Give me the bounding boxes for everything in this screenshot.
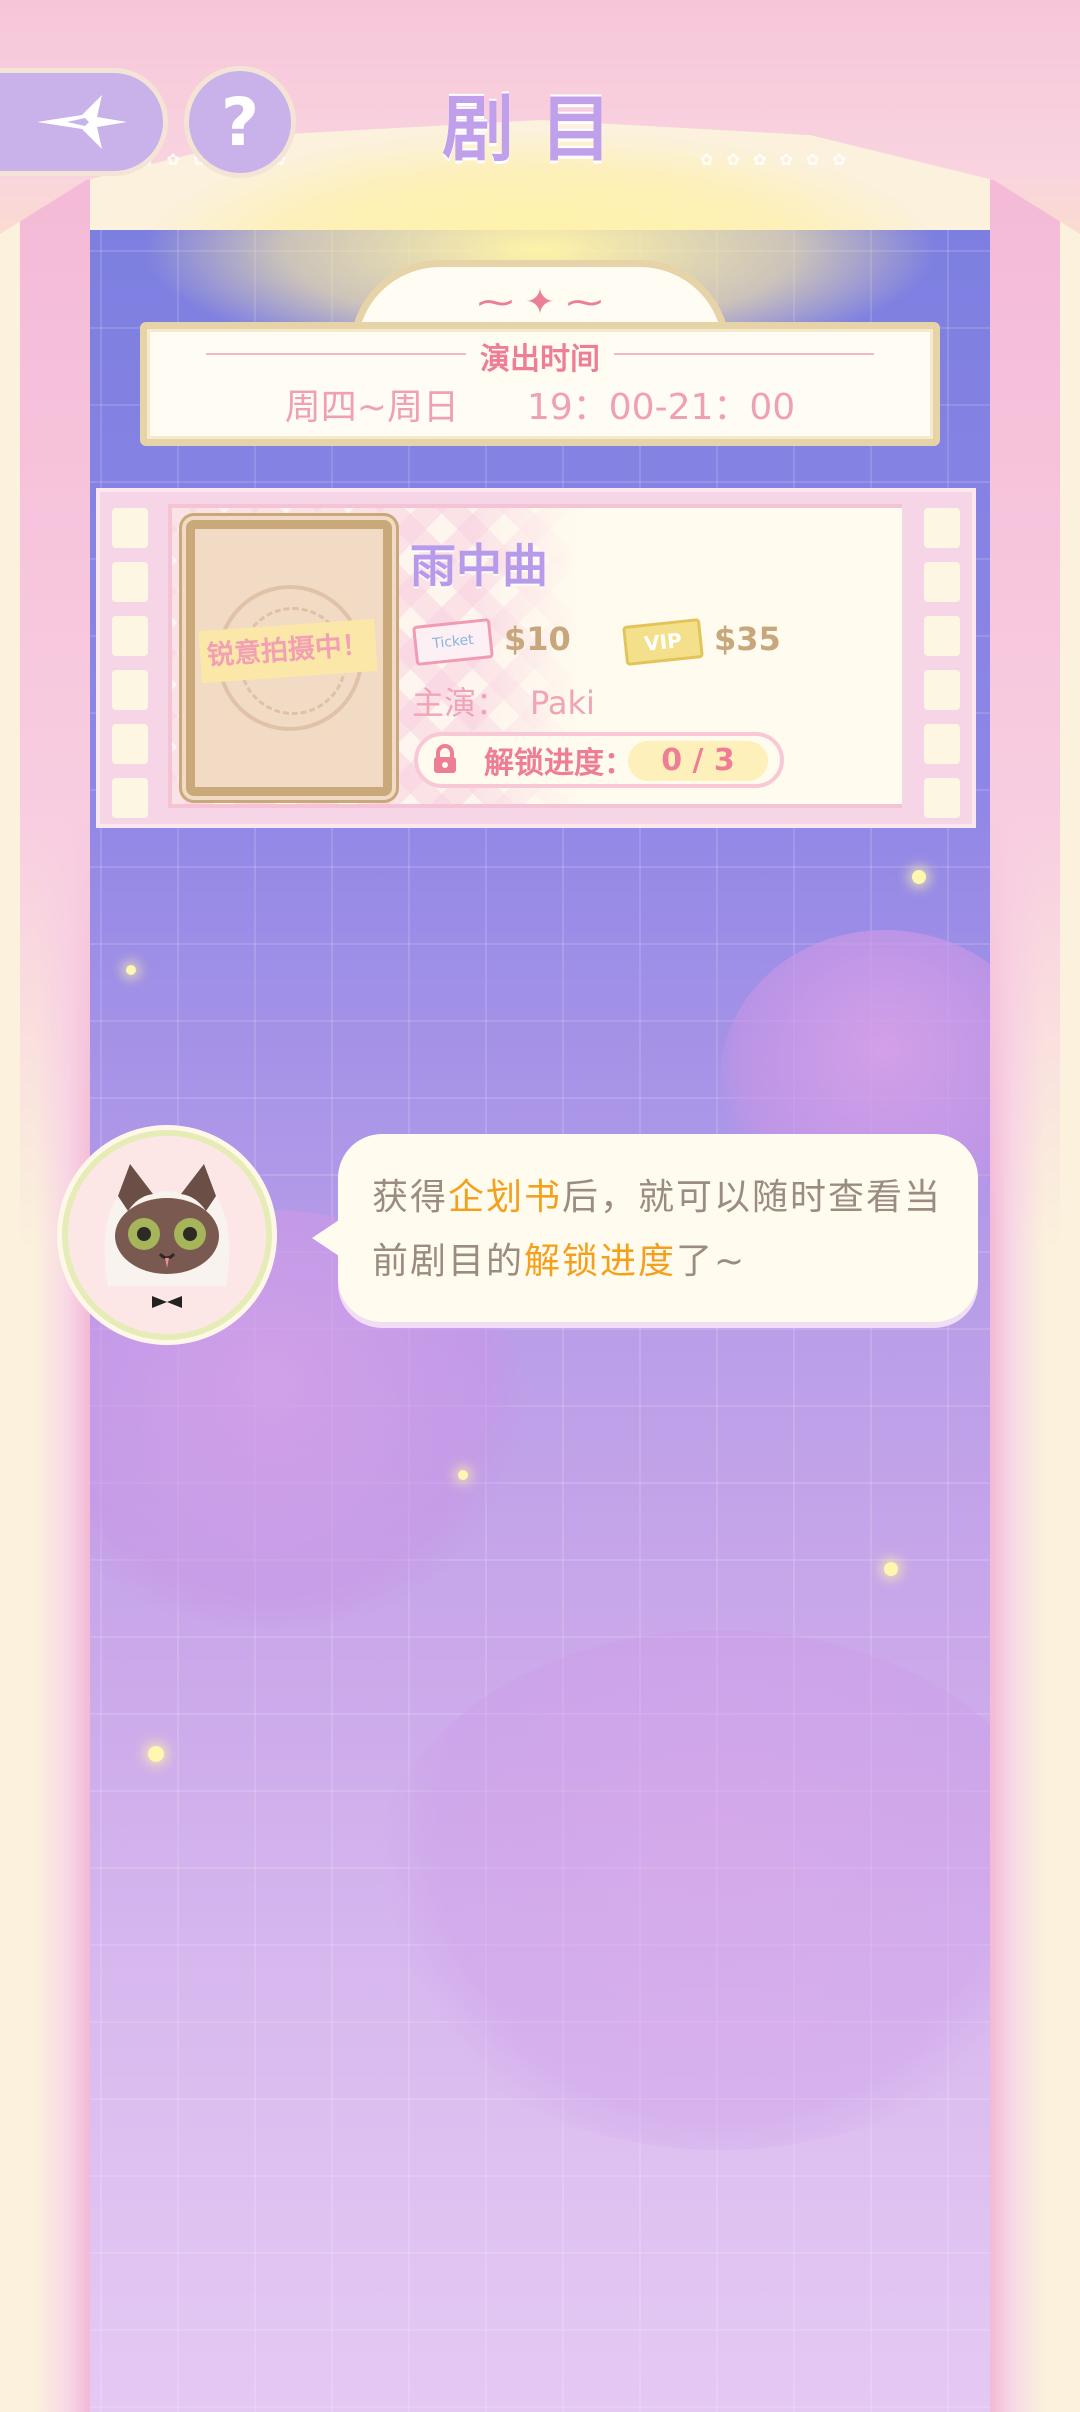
vip-ticket-icon: VIP [622,618,704,666]
film-holes-left [112,508,148,818]
show-title: 雨中曲 [410,539,548,593]
show-days: 周四~周日 [284,387,459,428]
dialog-highlight-progress: 解锁进度 [524,1241,677,1282]
star-dot [148,1746,164,1762]
vip-price: $35 [714,620,781,658]
ticket-icon: Ticket [412,618,494,666]
dialog-text-part: 获得 [372,1177,449,1218]
dialog-text-part: 了~ [676,1241,747,1282]
dialog-highlight-plan: 企划书 [448,1177,563,1218]
show-hours: 19：00-21：00 [526,387,796,428]
ticket-text: Ticket [431,631,475,653]
star-dot [884,1562,898,1576]
unlock-progress-value: 0 / 3 [628,741,768,781]
lock-icon [434,744,456,773]
vip-ticket-text: VIP [643,628,683,656]
crest-ornament-icon: ⁓ ✦ ⁓ [477,282,603,323]
cat-mascot-icon [68,1136,266,1334]
star-dot [126,965,136,975]
lead-actor: 主演： Paki [412,678,595,724]
star-dot [458,1470,468,1480]
normal-price: $10 [504,620,571,658]
show-time-label: 演出时间 [480,342,600,377]
cat-mascot-avatar[interactable] [62,1130,272,1340]
unlock-label: 解锁进度： [484,746,634,781]
dialog-text: 获得企划书后，就可以随时查看当前剧目的解锁进度了~ [372,1166,962,1294]
lead-label: 主演： [412,684,509,722]
star-dot [912,870,926,884]
show-time-value: 周四~周日 19：00-21：00 [0,378,1080,430]
lead-name: Paki [530,684,595,722]
dialog-tail [312,1218,342,1258]
film-holes-right [924,508,960,818]
page-title: 剧目 [441,87,638,171]
